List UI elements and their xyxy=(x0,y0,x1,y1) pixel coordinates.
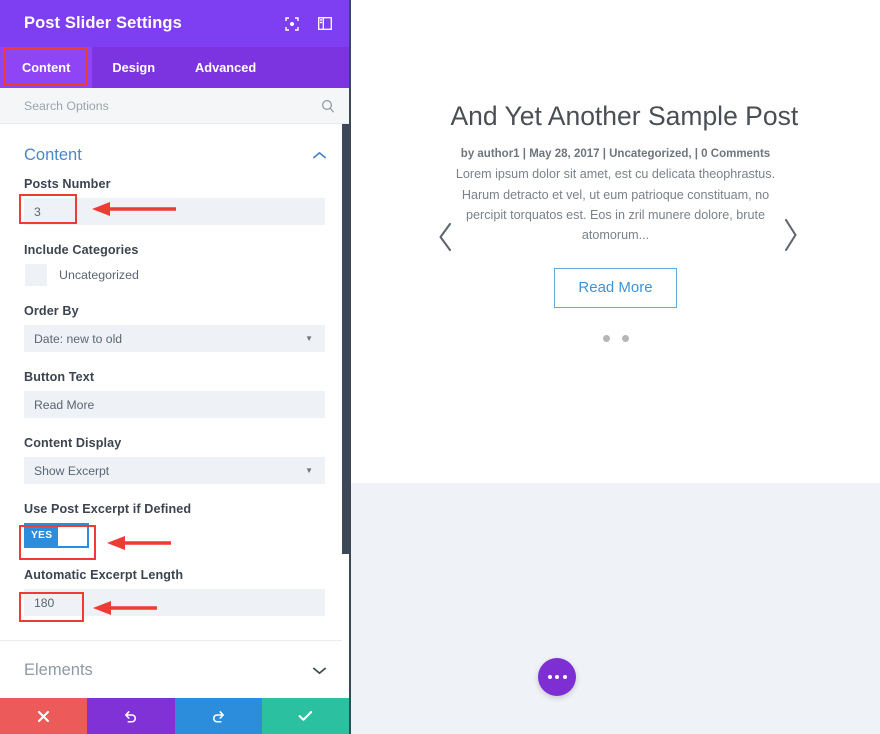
page-preview: And Yet Another Sample Post by author1 |… xyxy=(351,0,880,734)
save-button[interactable] xyxy=(261,698,349,734)
toggle-knob xyxy=(58,525,87,546)
page-title: Post Slider Settings xyxy=(24,14,182,32)
excerpt-length-input[interactable] xyxy=(24,589,325,616)
checkbox-label: Uncategorized xyxy=(59,268,139,282)
ellipsis-dot xyxy=(555,675,559,679)
section-elements-header[interactable]: Elements xyxy=(0,640,349,698)
field-button-text: Button Text xyxy=(0,370,349,418)
panel-scrollbar-thumb[interactable] xyxy=(342,124,349,554)
field-order-by: Order By Date: new to old ▼ xyxy=(0,304,349,352)
field-label: Order By xyxy=(24,304,79,318)
field-label: Button Text xyxy=(24,370,95,384)
fullscreen-icon[interactable] xyxy=(284,16,300,32)
content-display-select[interactable]: Show Excerpt ▼ xyxy=(24,457,325,484)
search-input[interactable] xyxy=(24,98,321,113)
layout-panel-icon[interactable] xyxy=(317,16,333,32)
cancel-button[interactable] xyxy=(0,698,88,734)
redo-icon xyxy=(212,710,224,723)
tab-advanced[interactable]: Advanced xyxy=(175,47,276,88)
chevron-down-icon: ▼ xyxy=(305,466,313,475)
tab-content[interactable]: Content xyxy=(0,47,93,88)
slider-pagination-dots xyxy=(451,334,781,342)
slide-content: And Yet Another Sample Post by author1 |… xyxy=(450,101,799,342)
panel-footer-actions xyxy=(0,698,349,734)
field-label: Use Post Excerpt if Defined xyxy=(24,502,192,516)
chevron-up-icon[interactable] xyxy=(312,151,327,160)
ellipsis-dot xyxy=(547,675,552,679)
panel-header: Post Slider Settings xyxy=(0,0,349,47)
field-label: Posts Number xyxy=(24,177,111,191)
toggle-value: YES xyxy=(31,530,53,541)
order-by-value: Date: new to old xyxy=(34,331,123,346)
panel-header-actions xyxy=(284,16,333,32)
search-options-bar xyxy=(0,88,349,124)
posts-number-input[interactable] xyxy=(24,198,325,225)
use-post-excerpt-toggle[interactable]: YES xyxy=(24,523,89,548)
redo-button[interactable] xyxy=(174,698,262,734)
field-include-categories: Include Categories Uncategorized xyxy=(0,243,349,286)
chevron-down-icon: ▼ xyxy=(305,334,313,343)
section-title: Elements xyxy=(24,661,93,679)
builder-menu-fab[interactable] xyxy=(538,658,576,696)
settings-scroll-area: Content Posts Number Include Categories xyxy=(0,124,349,698)
field-excerpt-length: Automatic Excerpt Length xyxy=(0,568,349,616)
undo-button[interactable] xyxy=(87,698,175,734)
field-content-display: Content Display Show Excerpt ▼ xyxy=(0,436,349,484)
checkbox-uncategorized[interactable] xyxy=(25,264,47,286)
field-use-post-excerpt: Use Post Excerpt if Defined YES xyxy=(0,502,349,548)
field-posts-number: Posts Number xyxy=(0,177,349,225)
ellipsis-dot xyxy=(562,675,567,679)
tab-design[interactable]: Design xyxy=(92,47,175,88)
settings-tabs: Content Design Advanced xyxy=(0,47,349,88)
slider-prev-arrow[interactable] xyxy=(437,222,455,252)
category-option-row[interactable]: Uncategorized xyxy=(24,264,325,286)
check-icon xyxy=(298,710,313,721)
divi-builder-screen: Post Slider Settings Content Design Adva… xyxy=(0,0,880,734)
slide-excerpt: Lorem ipsum dolor sit amet, est cu delic… xyxy=(455,167,776,243)
order-by-select[interactable]: Date: new to old ▼ xyxy=(24,325,325,352)
slide-meta: by author1 | May 28, 2017 | Uncategorize… xyxy=(460,148,771,161)
field-label: Automatic Excerpt Length xyxy=(24,568,184,582)
undo-icon xyxy=(125,710,137,723)
post-slider-module: And Yet Another Sample Post by author1 |… xyxy=(351,0,880,483)
read-more-button[interactable]: Read More xyxy=(554,267,677,308)
section-title: Content xyxy=(24,146,82,164)
slide-title: And Yet Another Sample Post xyxy=(450,101,799,132)
slider-dot[interactable] xyxy=(602,334,610,342)
button-text-input[interactable] xyxy=(24,391,325,418)
field-label: Include Categories xyxy=(24,243,139,257)
search-icon[interactable] xyxy=(321,99,335,113)
chevron-down-icon[interactable] xyxy=(312,666,327,675)
field-label: Content Display xyxy=(24,436,122,450)
slider-dot[interactable] xyxy=(621,334,629,342)
close-icon xyxy=(38,710,50,722)
content-display-value: Show Excerpt xyxy=(34,463,110,478)
slider-next-arrow[interactable] xyxy=(781,218,799,252)
settings-body: Content Posts Number Include Categories xyxy=(0,124,349,698)
section-content-header[interactable]: Content xyxy=(0,124,349,177)
module-settings-panel: Post Slider Settings Content Design Adva… xyxy=(0,0,351,734)
